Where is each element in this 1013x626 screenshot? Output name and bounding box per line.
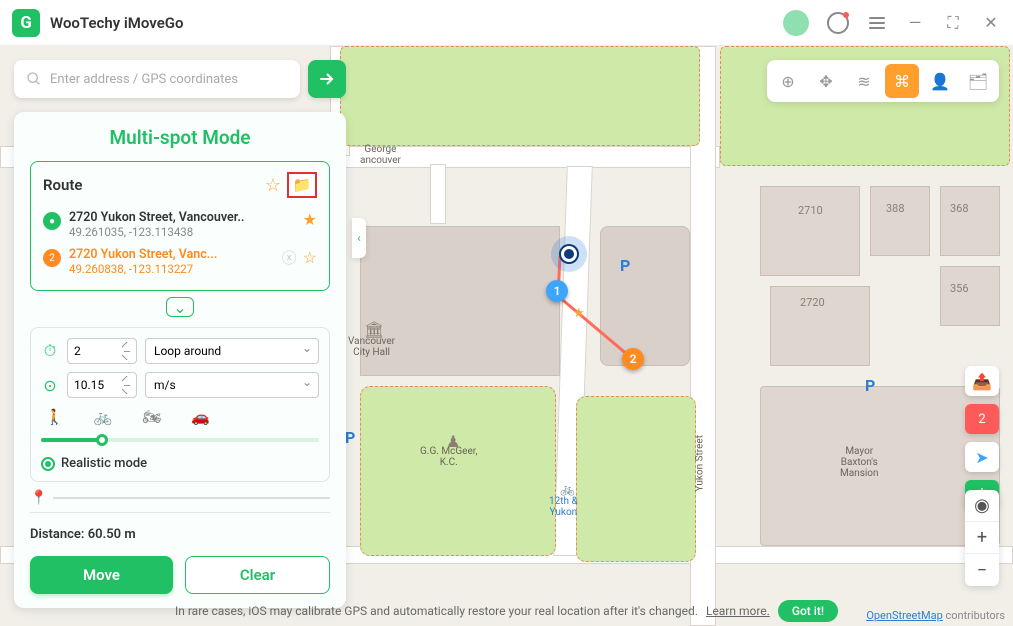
map-label-cityhall: Vancouver City Hall bbox=[348, 336, 395, 358]
expand-route-button[interactable]: ⌄ bbox=[166, 297, 194, 317]
bicycle-icon[interactable]: 🚲 bbox=[94, 408, 113, 426]
notice-bar: In rare cases, iOS may calibrate GPS and… bbox=[0, 600, 1013, 622]
speedometer-icon: ⊙ bbox=[41, 376, 59, 395]
waypoint-address: 2720 Yukon Street, Vanc... bbox=[69, 247, 274, 262]
route-box: Route ☆ 📁 ● 2720 Yukon Street, Vancouver… bbox=[30, 161, 330, 291]
map-waypoint-1[interactable]: 1 bbox=[546, 280, 568, 302]
app-title: WooTechy iMoveGo bbox=[50, 14, 184, 32]
waypoint-start-icon: ● bbox=[43, 212, 61, 230]
app-logo: G bbox=[12, 9, 40, 37]
map-label-george: George ancouver bbox=[360, 144, 401, 166]
mode-toolbar: ⊕ ✥ ≋ ⌘ 👤 🗂 bbox=[767, 60, 999, 102]
timer-icon: ⏱ bbox=[41, 341, 59, 361]
mode-title: Multi-spot Mode bbox=[30, 126, 330, 149]
export-button[interactable]: 📤 bbox=[965, 366, 999, 396]
zoom-in-button[interactable]: + bbox=[965, 522, 999, 554]
zoom-controls: ◉ + − bbox=[965, 490, 999, 586]
speed-input[interactable]: 10.15 bbox=[67, 372, 137, 398]
distance-slider-row[interactable]: 📍 bbox=[30, 490, 330, 513]
building-number: 368 bbox=[950, 202, 969, 215]
movement-controls: ⏱ 2 Loop around ⊙ 10.15 m/s 🚶 🚲 🏍 🚗 bbox=[30, 327, 330, 482]
search-icon bbox=[26, 71, 42, 87]
building-number: 388 bbox=[886, 202, 905, 215]
search-go-button[interactable] bbox=[308, 60, 346, 98]
teleport-mode-button[interactable]: ✥ bbox=[809, 64, 843, 98]
save-route-folder-button[interactable]: 📁 bbox=[287, 172, 317, 198]
move-button[interactable]: Move bbox=[30, 556, 173, 594]
waypoint-1[interactable]: ● 2720 Yukon Street, Vancouver.. 49.2610… bbox=[43, 206, 317, 243]
waypoint-coord: 49.260838, -123.113227 bbox=[69, 262, 274, 276]
loop-select[interactable]: Loop around bbox=[145, 338, 319, 364]
waypoint-number-icon: 2 bbox=[43, 249, 61, 267]
collapse-panel-button[interactable]: ‹ bbox=[352, 218, 366, 258]
feedback-icon[interactable] bbox=[827, 12, 849, 34]
remove-waypoint-icon[interactable]: ⓧ bbox=[282, 247, 297, 268]
bike-icon: 🚲 bbox=[560, 482, 575, 496]
devices-button[interactable]: 2 bbox=[965, 404, 999, 434]
building-number: 2710 bbox=[798, 204, 823, 217]
current-location-dot bbox=[551, 236, 587, 272]
side-panel: Enter address / GPS coordinates Multi-sp… bbox=[14, 60, 346, 608]
building-number: 2720 bbox=[800, 296, 825, 309]
menu-icon[interactable] bbox=[867, 13, 887, 33]
map-waypoint-2[interactable]: 2 bbox=[622, 348, 644, 370]
car-icon[interactable]: 🚗 bbox=[191, 408, 210, 426]
joystick-mode-button[interactable]: 👤 bbox=[923, 64, 957, 98]
history-button[interactable]: 🗂 bbox=[961, 64, 995, 98]
speed-slider[interactable] bbox=[41, 438, 319, 442]
search-input[interactable]: Enter address / GPS coordinates bbox=[14, 60, 300, 98]
close-button[interactable]: ✕ bbox=[981, 13, 1001, 33]
unit-select[interactable]: m/s bbox=[145, 372, 319, 398]
speed-preset-row: 🚶 🚲 🏍 🚗 bbox=[41, 406, 319, 426]
zoom-out-button[interactable]: − bbox=[965, 554, 999, 586]
distance-label: Distance: 60.50 m bbox=[30, 527, 330, 542]
parking-icon: P bbox=[345, 428, 355, 447]
realistic-mode-toggle[interactable]: Realistic mode bbox=[41, 456, 319, 471]
walk-icon[interactable]: 🚶 bbox=[45, 408, 64, 426]
fullscreen-button[interactable]: ⛶ bbox=[943, 13, 963, 33]
main-area: George ancouver Vancouver City Hall G.G.… bbox=[0, 46, 1013, 626]
monument-icon: ♟ bbox=[446, 432, 460, 451]
landmark-icon: 🏛 bbox=[364, 320, 384, 339]
map-label-baxton: Mayor Baxton's Mansion bbox=[840, 446, 879, 479]
route-label: Route bbox=[43, 176, 83, 194]
map-star-icon: ★ bbox=[573, 306, 585, 321]
right-toolbar: 📤 2 ➤ ⏻ bbox=[965, 366, 999, 510]
repeat-input[interactable]: 2 bbox=[67, 338, 137, 364]
favorite-route-icon[interactable]: ☆ bbox=[265, 175, 281, 196]
pin-icon: 📍 bbox=[30, 490, 47, 506]
motorcycle-icon[interactable]: 🏍 bbox=[142, 408, 161, 426]
titlebar: G WooTechy iMoveGo — ⛶ ✕ bbox=[0, 0, 1013, 46]
center-button[interactable]: ⊕ bbox=[771, 64, 805, 98]
favorite-waypoint-icon[interactable]: ★ bbox=[303, 210, 317, 229]
arrow-icon bbox=[317, 69, 337, 89]
multi-spot-mode-button[interactable]: ⌘ bbox=[885, 64, 919, 98]
two-spot-mode-button[interactable]: ≋ bbox=[847, 64, 881, 98]
map-label-yukon12: 12th & Yukon bbox=[549, 496, 578, 518]
gotit-button[interactable]: Got it! bbox=[778, 600, 838, 622]
favorite-waypoint-icon[interactable]: ☆ bbox=[303, 248, 317, 267]
account-icon[interactable] bbox=[783, 10, 809, 36]
waypoint-address: 2720 Yukon Street, Vancouver.. bbox=[69, 210, 295, 225]
radio-checked-icon bbox=[41, 457, 55, 471]
learn-more-link[interactable]: Learn more. bbox=[706, 604, 770, 618]
waypoint-2[interactable]: 2 2720 Yukon Street, Vanc... 49.260838, … bbox=[43, 243, 317, 280]
mode-card: Multi-spot Mode Route ☆ 📁 ● 2720 Yukon S… bbox=[14, 112, 346, 608]
building-number: 356 bbox=[950, 282, 969, 295]
clear-button[interactable]: Clear bbox=[185, 556, 330, 594]
send-location-button[interactable]: ➤ bbox=[965, 442, 999, 472]
parking-icon: P bbox=[865, 376, 875, 395]
waypoint-coord: 49.261035, -123.113438 bbox=[69, 225, 295, 239]
map-label-yukonst: Yukon Street bbox=[695, 435, 706, 491]
minimize-button[interactable]: — bbox=[905, 13, 925, 33]
locate-button[interactable]: ◉ bbox=[965, 490, 999, 522]
